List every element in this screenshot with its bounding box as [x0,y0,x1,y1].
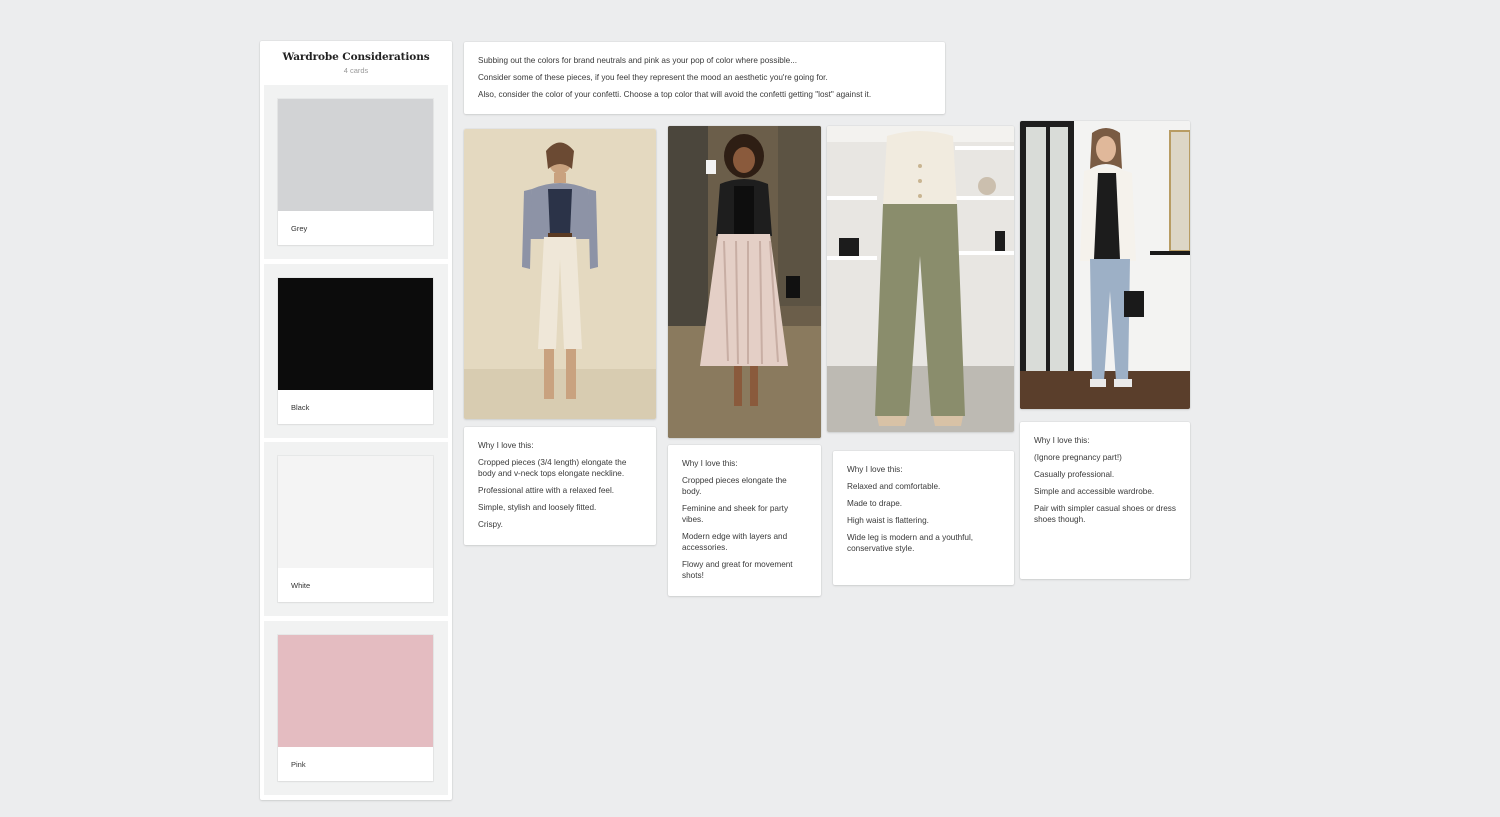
swatch-card[interactable]: Grey [278,99,433,245]
outfit-image [827,126,1014,432]
note-line: Simple, stylish and loosely fitted. [478,503,597,512]
swatch-card[interactable]: Black [278,278,433,424]
note-line: Why I love this: [682,459,738,468]
note-line: Casually professional. [1034,470,1115,479]
swatch-color-block [278,278,433,390]
note-line: Cropped pieces (3/4 length) elongate the… [478,458,627,478]
outfit-photo-3[interactable] [827,126,1014,432]
swatch-label: White [291,581,311,590]
swatch-color-block [278,99,433,211]
note-line: Professional attire with a relaxed feel. [478,486,615,495]
note-line: Also, consider the color of your confett… [478,90,872,99]
note-line: Consider some of these pieces, if you fe… [478,73,828,82]
note-line: Why I love this: [847,465,903,474]
note-line: Relaxed and comfortable. [847,482,941,491]
swatch-grey[interactable]: Grey [264,85,448,259]
swatch-black[interactable]: Black [264,264,448,438]
swatch-pink[interactable]: Pink [264,621,448,795]
note-line: High waist is flattering. [847,516,929,525]
note-line: Cropped pieces elongate the body. [682,476,787,496]
swatch-white[interactable]: White [264,442,448,616]
swatch-label: Pink [291,760,306,769]
outfit-photo-4[interactable] [1020,121,1190,409]
column-title[interactable]: Wardrobe Considerations [260,51,452,63]
note-line: Why I love this: [1034,436,1090,445]
swatch-card[interactable]: White [278,456,433,602]
outfit-notes-4[interactable]: Why I love this: (Ignore pregnancy part!… [1020,422,1190,579]
swatch-label: Grey [291,224,308,233]
note-line: Modern edge with layers and accessories. [682,532,788,552]
swatch-label: Black [291,403,310,412]
column-wardrobe-considerations[interactable]: Wardrobe Considerations 4 cards Grey Bla… [260,41,452,800]
note-line: Flowy and great for movement shots! [682,560,793,580]
outfit-image [464,129,656,419]
note-line: Simple and accessible wardrobe. [1034,487,1155,496]
outfit-image [1020,121,1190,409]
note-line: Pair with simpler casual shoes or dress … [1034,504,1176,524]
swatch-color-block [278,635,433,747]
outfit-image [668,126,821,438]
note-line: Why I love this: [478,441,534,450]
outfit-photo-1[interactable] [464,129,656,419]
outfit-notes-1[interactable]: Why I love this: Cropped pieces (3/4 len… [464,427,656,545]
note-line: Feminine and sheek for party vibes. [682,504,789,524]
column-card-count: 4 cards [343,66,369,75]
note-line: Crispy. [478,520,503,529]
swatch-card[interactable]: Pink [278,635,433,781]
note-line: Subbing out the colors for brand neutral… [478,56,798,65]
outfit-photo-2[interactable] [668,126,821,438]
outfit-notes-2[interactable]: Why I love this: Cropped pieces elongate… [668,445,821,596]
note-line: Wide leg is modern and a youthful, conse… [847,533,974,553]
note-line: (Ignore pregnancy part!) [1034,453,1122,462]
outfit-notes-3[interactable]: Why I love this: Relaxed and comfortable… [833,451,1014,585]
intro-note-card[interactable]: Subbing out the colors for brand neutral… [464,42,945,114]
note-line: Made to drape. [847,499,903,508]
swatch-color-block [278,456,433,568]
